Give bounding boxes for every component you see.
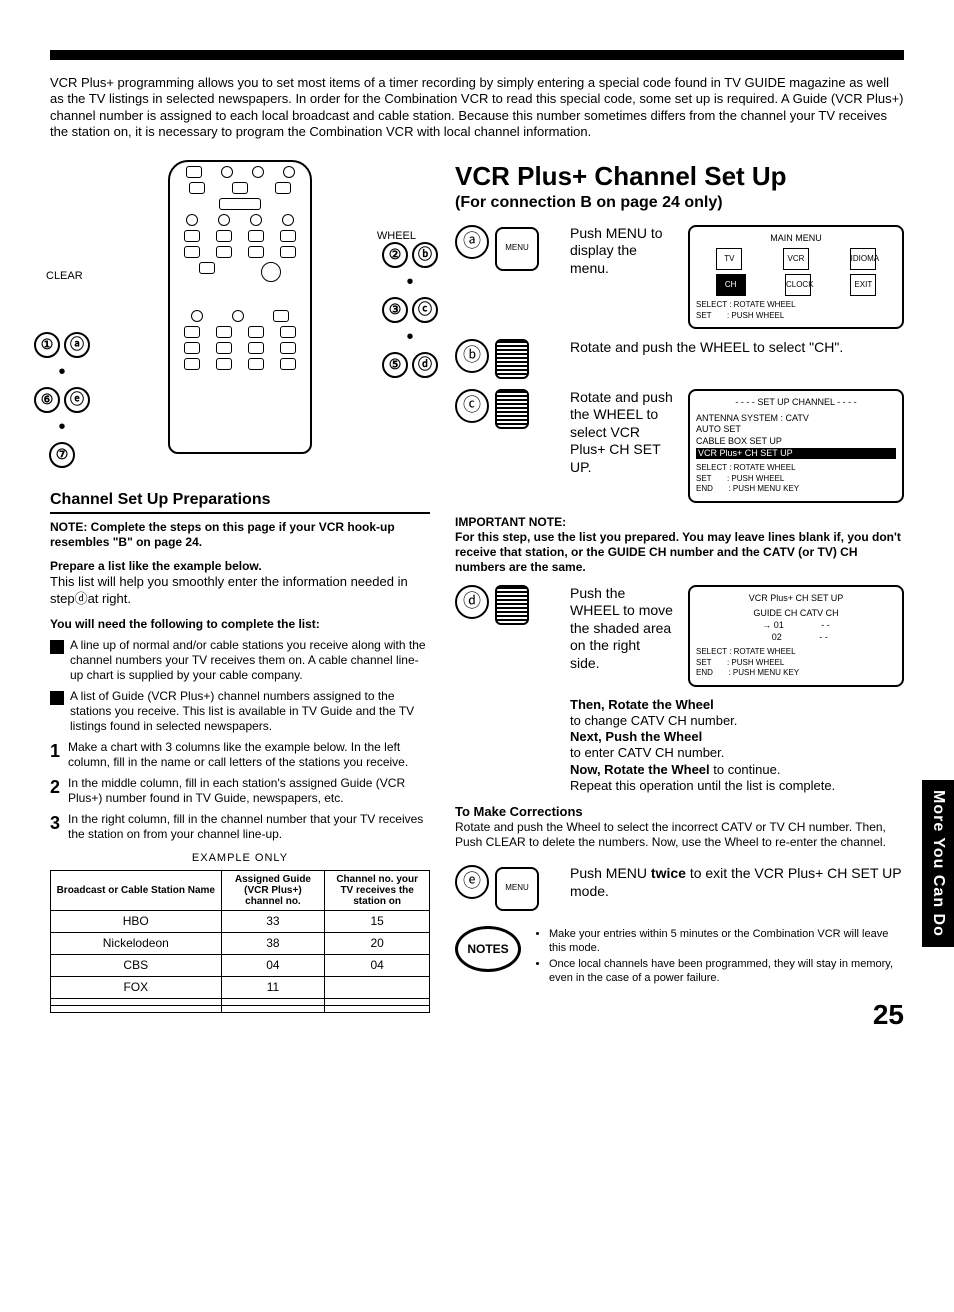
prepare-text: This list will help you smoothly enter t… — [50, 574, 408, 605]
then-block: Then, Rotate the Wheelto change CATV CH … — [570, 697, 904, 795]
numbered-3: 3In the right column, fill in the channe… — [50, 812, 430, 842]
osd-setup-channel: - - - - SET UP CHANNEL - - - - ANTENNA S… — [688, 389, 904, 503]
osd-main-menu: MAIN MENU TV VCR IDIOMA CH CLOCK EXIT SE… — [688, 225, 904, 329]
left-number-circles: ①ⓐ • ⑥ⓔ • ⑦ — [32, 330, 92, 470]
page-number: 25 — [455, 997, 904, 1032]
clear-callout: CLEAR — [46, 270, 83, 284]
remote-diagram: CLEAR WHEEL ①ⓐ — [50, 160, 430, 480]
step-d: ⓓ Push the WHEEL to move the shaded area… — [455, 585, 904, 687]
bullet-2: A list of Guide (VCR Plus+) channel numb… — [50, 689, 430, 734]
wheel-icon — [495, 585, 529, 625]
menu-button-icon: MENU — [495, 867, 539, 911]
corrections-head: To Make Corrections — [455, 804, 904, 820]
top-rule — [50, 50, 904, 60]
example-table: Broadcast or Cable Station Name Assigned… — [50, 870, 430, 1013]
wheel-icon — [495, 389, 529, 429]
notes-block: NOTES Make your entries within 5 minutes… — [455, 926, 904, 987]
main-subheading: (For connection B on page 24 only) — [455, 193, 904, 213]
right-number-circles: ②ⓑ • ③ⓒ • ⑤ⓓ — [380, 240, 440, 380]
bullet-1: A line up of normal and/or cable station… — [50, 638, 430, 683]
menu-button-icon: MENU — [495, 227, 539, 271]
numbered-1: 1Make a chart with 3 columns like the ex… — [50, 740, 430, 770]
wheel-icon — [495, 339, 529, 379]
step-e: ⓔ MENU Push MENU twice to exit the VCR P… — [455, 865, 904, 911]
step-c: ⓒ Rotate and push the WHEEL to select VC… — [455, 389, 904, 503]
numbered-2: 2In the middle column, fill in each stat… — [50, 776, 430, 806]
prep-heading: Channel Set Up Preparations — [50, 490, 430, 514]
osd-vcrplus-setup: VCR Plus+ CH SET UP GUIDE CH CATV CH → 0… — [688, 585, 904, 687]
corrections-text: Rotate and push the Wheel to select the … — [455, 820, 904, 850]
example-title: EXAMPLE ONLY — [50, 852, 430, 866]
important-note-text: For this step, use the list you prepared… — [455, 530, 904, 575]
step-a: ⓐ MENU Push MENU to display the menu. MA… — [455, 225, 904, 329]
main-heading: VCR Plus+ Channel Set Up — [455, 160, 904, 193]
prep-note: NOTE: Complete the steps on this page if… — [50, 520, 430, 550]
intro-text: VCR Plus+ programming allows you to set … — [50, 75, 904, 140]
notes-badge-icon: NOTES — [455, 926, 521, 972]
important-note-head: IMPORTANT NOTE: — [455, 515, 904, 530]
need-heading: You will need the following to complete … — [50, 617, 430, 632]
prepare-bold: Prepare a list like the example below. — [50, 559, 262, 573]
step-b: ⓑ Rotate and push the WHEEL to select "C… — [455, 339, 904, 379]
side-tab: More You Can Do — [922, 780, 954, 947]
